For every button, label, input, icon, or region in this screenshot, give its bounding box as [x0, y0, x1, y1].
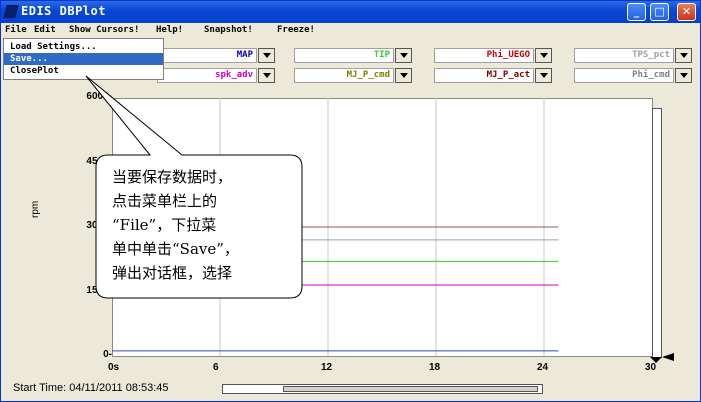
start-time-label: Start Time: 04/11/2011 08:53:45	[13, 382, 169, 394]
horizontal-scrollbar[interactable]	[222, 384, 543, 394]
callout-line: 弹出对话框，选择	[112, 264, 233, 282]
scroll-thumb[interactable]	[283, 386, 538, 392]
callout-line: 点击菜单栏上的	[112, 192, 218, 210]
callout-line: 单中单击“Save”，	[112, 240, 239, 258]
callout-line: 当要保存数据时，	[112, 168, 233, 186]
callout-line: “File”，下拉菜	[112, 216, 217, 234]
callout-bubble	[85, 75, 303, 299]
callout-text: 当要保存数据时， 点击菜单栏上的 “File”，下拉菜 单中单击“Save”， …	[112, 165, 302, 285]
